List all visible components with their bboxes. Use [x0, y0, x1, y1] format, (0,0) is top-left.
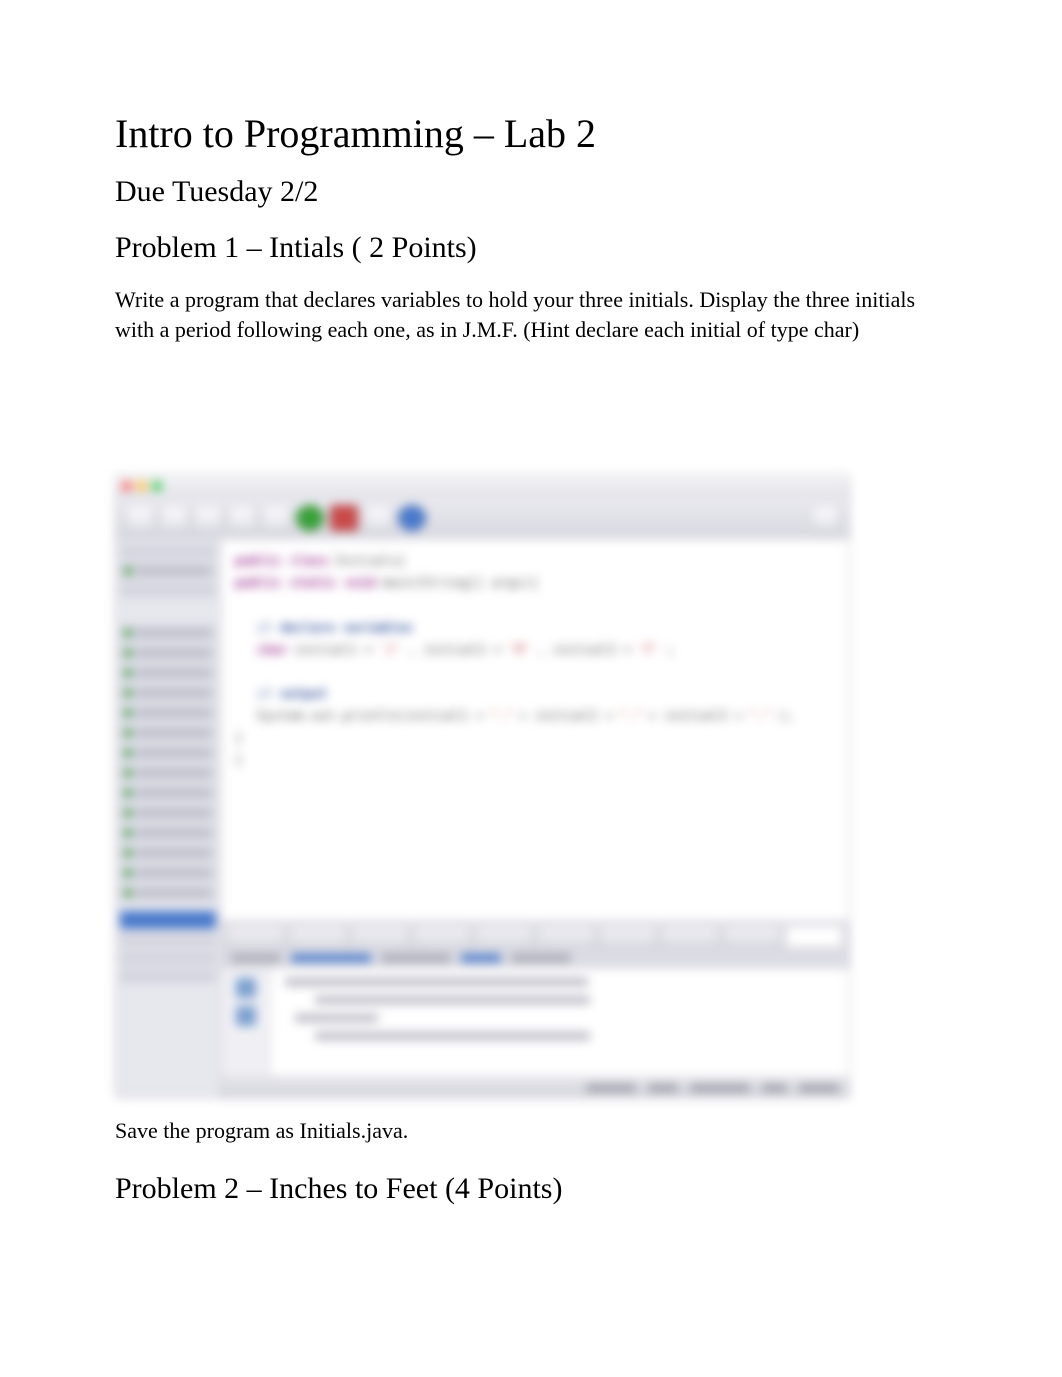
sidebar-item	[120, 563, 216, 579]
sidebar-item	[120, 625, 216, 641]
problem-2-heading: Problem 2 – Inches to Feet (4 Points)	[115, 1172, 947, 1206]
console-gutter	[221, 968, 271, 1077]
ide-sidebar	[116, 539, 221, 1097]
sidebar-item	[120, 805, 216, 821]
sidebar-item	[120, 665, 216, 681]
ide-tab	[723, 925, 781, 947]
sidebar-item	[120, 951, 216, 965]
status-cell	[586, 1084, 636, 1092]
console-line	[315, 996, 590, 1004]
console-line	[315, 1032, 590, 1040]
status-dot-icon	[124, 729, 132, 737]
status-dot-icon	[124, 889, 132, 897]
sidebar-item	[120, 545, 216, 559]
console-line	[285, 978, 588, 986]
sidebar-item	[120, 645, 216, 661]
status-dot-icon	[124, 689, 132, 697]
sidebar-item-selected	[120, 911, 216, 929]
problem-1-heading: Problem 1 – Intials ( 2 Points)	[115, 231, 947, 265]
ide-body: public class Initials{ public static voi…	[116, 539, 849, 1097]
status-cell	[648, 1084, 678, 1092]
ide-tab	[227, 925, 285, 947]
status-cell	[799, 1084, 839, 1092]
due-date: Due Tuesday 2/2	[115, 175, 947, 209]
sidebar-item	[120, 933, 216, 947]
sidebar-item	[120, 705, 216, 721]
ide-editor-area: public class Initials{ public static voi…	[221, 539, 849, 1097]
console-label	[291, 954, 371, 962]
console-label	[511, 954, 571, 962]
toolbar-button	[160, 505, 188, 531]
sidebar-item	[120, 825, 216, 841]
toolbar-button	[811, 505, 839, 531]
document-title: Intro to Programming – Lab 2	[115, 110, 947, 157]
console-label	[461, 954, 501, 962]
status-dot-icon	[124, 669, 132, 677]
maximize-icon	[152, 481, 162, 491]
sidebar-item	[120, 583, 216, 597]
ide-tab	[475, 925, 533, 947]
status-cell	[690, 1084, 750, 1092]
ide-tab	[351, 925, 409, 947]
toolbar-button	[194, 505, 222, 531]
console-output	[221, 967, 849, 1077]
ide-tab	[661, 925, 719, 947]
code-editor: public class Initials{ public static voi…	[221, 539, 849, 921]
ide-tabs	[221, 921, 849, 947]
sidebar-item	[120, 969, 216, 983]
status-dot-icon	[124, 649, 132, 657]
ide-toolbar	[116, 497, 849, 539]
close-icon	[122, 481, 132, 491]
toolbar-button	[364, 505, 392, 531]
status-dot-icon	[124, 849, 132, 857]
toolbar-button	[262, 505, 290, 531]
status-dot-icon	[124, 567, 132, 575]
console-line	[295, 1014, 378, 1022]
ide-tab	[599, 925, 657, 947]
ide-screenshot: public class Initials{ public static voi…	[115, 474, 850, 1098]
status-dot-icon	[124, 709, 132, 717]
minimize-icon	[137, 481, 147, 491]
status-dot-icon	[124, 629, 132, 637]
status-dot-icon	[124, 869, 132, 877]
console-label	[231, 954, 281, 962]
console-header	[221, 947, 849, 967]
ide-window: public class Initials{ public static voi…	[115, 474, 850, 1098]
ide-statusbar	[221, 1077, 849, 1097]
status-dot-icon	[124, 809, 132, 817]
problem-1-body: Write a program that declares variables …	[115, 285, 947, 344]
sidebar-item	[120, 745, 216, 761]
status-dot-icon	[124, 749, 132, 757]
sidebar-item	[120, 725, 216, 741]
document-page: Intro to Programming – Lab 2 Due Tuesday…	[0, 0, 1062, 1266]
sidebar-item	[120, 885, 216, 901]
ide-tab-active	[785, 925, 843, 947]
status-dot-icon	[124, 769, 132, 777]
stop-icon	[330, 505, 358, 531]
toolbar-button	[228, 505, 256, 531]
gutter-icon	[236, 1006, 256, 1026]
status-dot-icon	[124, 829, 132, 837]
ide-titlebar	[116, 475, 849, 497]
console-label	[381, 954, 451, 962]
console-body	[271, 968, 849, 1077]
sidebar-item	[120, 765, 216, 781]
run-icon	[296, 505, 324, 531]
gutter-icon	[236, 978, 256, 998]
sidebar-item	[120, 785, 216, 801]
ide-tab	[289, 925, 347, 947]
toolbar-button	[126, 505, 154, 531]
sidebar-item	[120, 845, 216, 861]
sidebar-item	[120, 685, 216, 701]
ide-tab	[537, 925, 595, 947]
status-cell	[762, 1084, 787, 1092]
sidebar-item	[120, 865, 216, 881]
problem-1-save: Save the program as Initials.java.	[115, 1118, 947, 1144]
ide-tab	[413, 925, 471, 947]
status-dot-icon	[124, 789, 132, 797]
toolbar-icon	[398, 505, 426, 531]
